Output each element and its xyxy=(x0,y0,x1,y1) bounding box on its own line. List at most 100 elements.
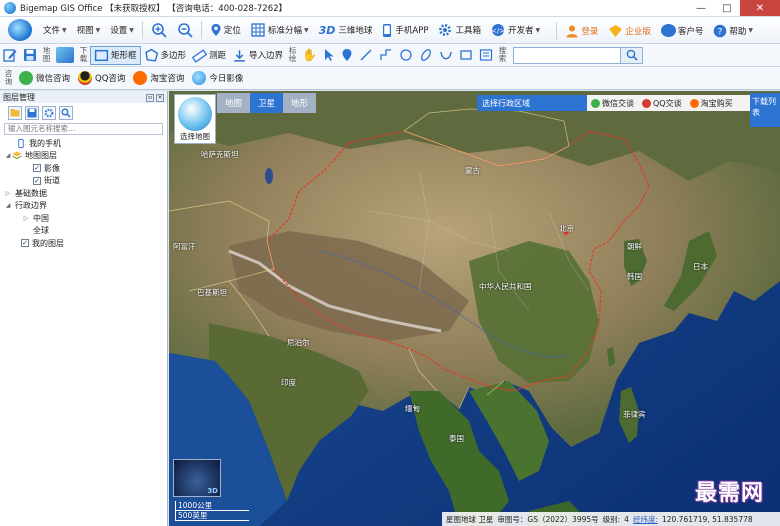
expand-icon[interactable]: ◢ xyxy=(4,152,12,159)
polyline-tool-button[interactable] xyxy=(376,46,396,65)
layer-settings-button[interactable] xyxy=(42,105,56,120)
tree-node-global[interactable]: 全球 xyxy=(0,225,167,238)
search-input[interactable] xyxy=(513,46,622,64)
save-layer-button[interactable] xyxy=(25,105,39,120)
text-tool-button[interactable] xyxy=(476,46,496,65)
developer-menu[interactable]: </> 开发者 ▼ xyxy=(486,19,545,41)
close-button[interactable]: ✕ xyxy=(740,0,780,16)
map-label: 日本 xyxy=(693,262,708,271)
taobao-consult-button[interactable]: 淘宝咨询 xyxy=(129,71,188,85)
standard-sheet-button[interactable]: 标准分幅 ▼ xyxy=(246,19,314,41)
phone-icon xyxy=(383,23,392,37)
taobao-buy-button[interactable]: 淘宝购买 xyxy=(686,98,737,109)
layer-search-button[interactable] xyxy=(59,105,73,120)
line-tool-button[interactable] xyxy=(356,46,376,65)
checkbox-checked-icon[interactable]: ✓ xyxy=(21,239,29,248)
polygon-select-button[interactable]: 多边形 xyxy=(141,46,190,65)
wechat-consult-button[interactable]: 微信咨询 xyxy=(15,71,74,85)
enterprise-icon xyxy=(609,24,623,37)
minimize-button[interactable]: — xyxy=(688,0,714,16)
tab-map[interactable]: 地图 xyxy=(217,93,250,113)
import-boundary-button[interactable]: 导入边界 xyxy=(229,46,286,65)
settings-icon xyxy=(44,108,54,117)
tree-node-map-layers[interactable]: ◢ 地图图层 xyxy=(0,150,167,163)
mobile-app-button[interactable]: 手机APP xyxy=(377,19,433,41)
pan-tool-button[interactable]: ✋ xyxy=(299,46,320,65)
gear-icon xyxy=(439,24,452,36)
tree-node-basic-data[interactable]: ▷ 基础数据 xyxy=(0,187,167,200)
map-type-tabs: 地图 卫星 地形 xyxy=(217,93,316,113)
tab-satellite[interactable]: 卫星 xyxy=(250,93,283,113)
checkbox-checked-icon[interactable]: ✓ xyxy=(33,164,41,173)
measure-distance-button[interactable]: 测距 xyxy=(189,46,229,65)
layer-search-input[interactable]: 输入图元名称搜索... xyxy=(4,123,163,135)
map-view[interactable]: 地图 卫星 地形 选择地图 选择行政区域 微信交谈 QQ交谈 淘宝购买 下载列表… xyxy=(169,91,780,526)
tree-node-imagery[interactable]: ✓ 影像 xyxy=(0,162,167,175)
login-button[interactable]: 登录 xyxy=(560,20,603,42)
checkbox-checked-icon[interactable]: ✓ xyxy=(33,176,41,185)
rectangle-select-button[interactable]: 矩形框 xyxy=(90,45,141,65)
scale-bar: 1000公里 500英里 xyxy=(175,501,249,521)
choose-map-label: 选择地图 xyxy=(180,132,210,141)
search-button[interactable] xyxy=(621,46,644,64)
customer-id-button[interactable]: 客户号 xyxy=(656,20,709,42)
enterprise-button[interactable]: 企业版 xyxy=(603,20,656,42)
collapse-icon[interactable]: ▷ xyxy=(22,215,30,222)
choose-map-button[interactable]: 选择地图 xyxy=(174,94,216,144)
close-icon[interactable]: × xyxy=(156,94,164,102)
circle-tool-button[interactable] xyxy=(396,46,416,65)
rectangle-tool-button[interactable] xyxy=(456,46,476,65)
menu-view-label: 视图 xyxy=(76,26,94,36)
toolbox-button[interactable]: 工具箱 xyxy=(433,19,486,41)
bigemap-logo[interactable] xyxy=(8,19,32,41)
download-list-button[interactable]: 下载列表 xyxy=(750,93,780,127)
3d-earth-button[interactable]: 3D 三维地球 xyxy=(314,19,378,41)
region-select[interactable]: 选择行政区域 xyxy=(477,95,587,111)
qq-chat-label: QQ交谈 xyxy=(653,98,682,108)
today-imagery-button[interactable]: 今日影像 xyxy=(188,71,247,85)
map-source-button[interactable] xyxy=(53,46,77,65)
new-button[interactable] xyxy=(0,46,20,65)
select-tool-button[interactable] xyxy=(320,46,338,65)
qq-chat-button[interactable]: QQ交谈 xyxy=(638,98,686,109)
layer-panel: 图层管理 ▫ × 输入图元名称搜索... 我的手机 ◢ 地图图层 ✓ 影像 ✓ 街… xyxy=(0,91,168,526)
tree-node-admin-boundary[interactable]: ◢ 行政边界 xyxy=(0,200,167,213)
panel-controls: ▫ × xyxy=(144,92,164,102)
wechat-icon xyxy=(591,98,600,108)
tree-node-china[interactable]: ▷ 中国 xyxy=(0,212,167,225)
wechat-chat-button[interactable]: 微信交谈 xyxy=(587,98,638,109)
customer-id-label: 客户号 xyxy=(677,26,704,37)
pin-icon[interactable]: ▫ xyxy=(146,94,154,102)
tab-terrain[interactable]: 地形 xyxy=(283,93,316,113)
hand-icon: ✋ xyxy=(302,48,318,62)
menu-bar: 文件 ▼ 视图 ▼ 设置 ▼ 定位 标准分幅 ▼ 3D 三维地球 手机APP 工具箱 <… xyxy=(0,17,780,44)
help-label: 帮助 xyxy=(729,26,747,37)
marker-tool-button[interactable] xyxy=(338,46,356,65)
maximize-button[interactable]: □ xyxy=(714,0,740,16)
zoom-in-button[interactable] xyxy=(146,19,172,41)
qq-consult-button[interactable]: QQ咨询 xyxy=(74,71,129,85)
arc-tool-button[interactable] xyxy=(436,46,456,65)
status-source: 星图地球 卫星 xyxy=(446,514,494,524)
wechat-icon xyxy=(19,71,33,85)
ellipse-tool-button[interactable] xyxy=(416,46,436,65)
tree-node-my-phone[interactable]: 我的手机 xyxy=(0,137,167,150)
zoom-out-button[interactable] xyxy=(172,19,198,41)
help-menu[interactable]: ? 帮助 ▼ xyxy=(708,20,758,42)
menu-view[interactable]: 视图 ▼ xyxy=(72,19,106,41)
open-folder-button[interactable] xyxy=(8,105,22,120)
collapse-icon[interactable]: ▷ xyxy=(4,190,12,197)
menu-file[interactable]: 文件 ▼ xyxy=(38,19,72,41)
expand-icon[interactable]: ◢ xyxy=(4,202,12,209)
tree-node-my-layers[interactable]: ✓ 我的图层 xyxy=(0,237,167,250)
menu-settings[interactable]: 设置 ▼ xyxy=(105,19,139,41)
locate-button[interactable]: 定位 xyxy=(205,19,246,41)
globe-minimap[interactable]: 3D xyxy=(173,459,221,497)
tree-node-label: 我的手机 xyxy=(29,138,61,148)
tree-node-streets[interactable]: ✓ 街道 xyxy=(0,175,167,188)
save-button[interactable] xyxy=(20,46,40,65)
menu-settings-label: 设置 xyxy=(110,26,128,36)
status-coord-label[interactable]: 经纬度: xyxy=(633,514,658,525)
customer-icon xyxy=(660,24,676,37)
developer-icon: </> xyxy=(491,24,505,36)
